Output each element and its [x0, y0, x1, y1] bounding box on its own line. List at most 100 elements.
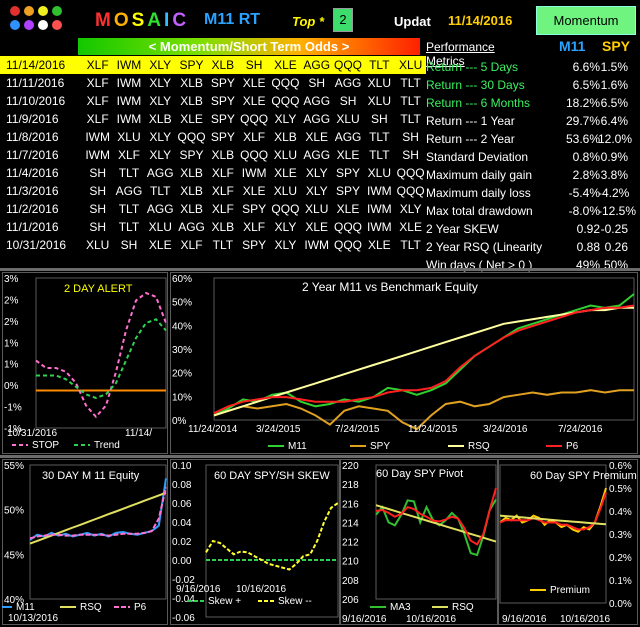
- ticker-cell: XLF: [211, 202, 234, 216]
- logo-dot: [52, 20, 62, 30]
- y-tick-label: 0.0%: [609, 599, 632, 610]
- x-tick-label: 11/24/2014: [188, 424, 238, 435]
- ticker-cell: AGG: [146, 202, 174, 216]
- ticker-cell: TLT: [369, 130, 390, 144]
- legend-label: Skew --: [278, 596, 312, 607]
- mode-button[interactable]: Momentum: [536, 6, 636, 35]
- perf-row: 2 Year RSQ (Linearity 0.88 0.26: [424, 238, 636, 256]
- perf-label: Standard Deviation: [426, 150, 529, 164]
- legend-label: RSQ: [468, 441, 490, 452]
- y-tick-label: 60%: [172, 274, 192, 285]
- ticker-cell: XLY: [305, 184, 328, 198]
- divider: [0, 268, 640, 271]
- logo-dot: [24, 6, 34, 16]
- ticker-cell: XLY: [305, 166, 328, 180]
- table-row: 11/4/2016 SH TLT AGG XLB XLF IWM XLE XLY SPY XLU QQ…: [0, 164, 426, 182]
- x-tick-label: 11/14/: [125, 428, 152, 439]
- y-tick-label: 210: [342, 557, 359, 568]
- table-row: 11/7/2016 IWM XLF XLY SPY XLB QQQ XLU AGG XLE TLT S…: [0, 146, 426, 164]
- ticker-cell: AGG: [334, 76, 362, 90]
- perf-row: Return --- 6 Months 18.2% 6.5%: [424, 94, 636, 112]
- y-tick-label: 0%: [172, 416, 187, 427]
- perf-spy-value: 1.6%: [600, 78, 628, 92]
- ticker-cell: SH: [120, 238, 138, 252]
- ticker-cell: SH: [89, 220, 106, 234]
- x-tick-label: 7/24/2015: [335, 424, 380, 435]
- ticker-cell: AGG: [303, 148, 331, 162]
- x-tick-label: 10/31/2016: [7, 428, 57, 439]
- chart-title: 2 DAY ALERT: [64, 283, 133, 295]
- y-tick-label: 206: [342, 595, 359, 606]
- pivot-chart: 220 218 216 214 212 210 208 206 60 Day SPY Pivot…: [340, 459, 498, 625]
- ticker-cell: SPY: [242, 238, 267, 252]
- logo-dot: [10, 6, 20, 16]
- row-date: 11/1/2016: [6, 220, 59, 234]
- table-row: 11/11/2016 XLF IWM XLY XLB SPY XLE QQQ SH AGG XLU T…: [0, 74, 426, 92]
- skew-chart: 0.100.080.060.040.020.00-0.02-0.04-0.066…: [170, 459, 340, 625]
- ticker-cell: XLU: [273, 148, 298, 162]
- ticker-cell: SPY: [336, 184, 361, 198]
- ticker-cell: IWM: [366, 184, 392, 198]
- ticker-cell: TLT: [369, 148, 390, 162]
- ticker-cell: SPY: [336, 166, 361, 180]
- perf-spy-value: 1.5%: [600, 60, 628, 74]
- perf-row: Maximum daily loss -5.4% -4.2%: [424, 184, 636, 202]
- y-tick-label: 50%: [4, 506, 24, 517]
- table-row: 11/2/2016 SH TLT AGG XLB XLF SPY QQQ XLU XLE IWM XL…: [0, 200, 426, 218]
- perf-spy-value: 6.5%: [600, 96, 628, 110]
- premium-chart: 0.6%0.5%0.4%0.3%0.2%0.1%0.0%60 Day SPY P…: [498, 459, 638, 625]
- logo-dot: [52, 6, 62, 16]
- ticker-cell: QQQ: [271, 202, 300, 216]
- ticker-cell: XLF: [243, 130, 266, 144]
- logo-dot: [38, 6, 48, 16]
- ticker-cell: AGG: [301, 56, 333, 74]
- ticker-cell: TLT: [400, 238, 421, 252]
- y-tick-label: 10%: [172, 392, 192, 403]
- ticker-cell: TLT: [400, 112, 421, 126]
- perf-spy-value: 0.9%: [600, 150, 628, 164]
- divider: [0, 455, 640, 458]
- ticker-cell: XLF: [86, 76, 109, 90]
- ticker-cell: XLE: [269, 56, 302, 74]
- y-tick-label: 218: [342, 480, 359, 491]
- ticker-cell: XLU: [336, 112, 360, 126]
- ticker-cell: AGG: [115, 184, 143, 198]
- table-row: 11/14/2016 XLF IWM XLY SPY XLB SH XLE AGG QQQ TLT X…: [0, 56, 427, 74]
- logo-dot: [10, 20, 20, 30]
- ticker-cell: IWM: [366, 220, 392, 234]
- perf-m11-value: 0.8%: [572, 150, 600, 164]
- ticker-cell: QQQ: [332, 56, 364, 74]
- ticker-cell: IWM: [85, 130, 110, 144]
- ticker-cell: XLF: [117, 148, 140, 162]
- ticker-cell: XLU: [367, 76, 391, 90]
- brand-letter: A: [147, 10, 165, 31]
- y-tick-label: 0.06: [172, 499, 192, 510]
- row-date: 11/11/2016: [6, 76, 65, 90]
- ticker-cell: XLY: [149, 76, 172, 90]
- ticker-cell: XLE: [305, 130, 329, 144]
- y-tick-label: 0.4%: [609, 507, 632, 518]
- ticker-cell: IWM: [116, 94, 142, 108]
- ticker-cell: XLF: [86, 94, 109, 108]
- y-tick-label: 20%: [172, 369, 192, 380]
- ticker-cell: XLB: [211, 148, 235, 162]
- perf-m11-value: -8.0%: [568, 204, 600, 218]
- ticker-cell: QQQ: [240, 112, 269, 126]
- perf-label: Max total drawdown: [426, 204, 533, 218]
- row-date: 11/10/2016: [6, 94, 66, 108]
- top-value-box[interactable]: 2: [333, 8, 353, 32]
- perf-row: Return --- 5 Days 6.6% 1.5%: [424, 58, 636, 76]
- perf-row: Return --- 30 Days 6.5% 1.6%: [424, 76, 636, 94]
- chart-title: 60 Day SPY Pivot: [376, 468, 463, 480]
- ticker-cell: SH: [339, 94, 357, 108]
- perf-spy-value: -12.5%: [598, 204, 637, 218]
- ticker-cell: SPY: [179, 148, 204, 162]
- ticker-cell: SH: [402, 148, 419, 162]
- perf-m11-value: 29.7%: [565, 114, 600, 128]
- legend-label: P6: [566, 441, 579, 452]
- ticker-cell: XLU: [394, 56, 427, 74]
- plot-area: [35, 277, 167, 429]
- ticker-cell: XLY: [274, 238, 297, 252]
- row-date: 10/31/2016: [6, 238, 67, 252]
- ticker-cell: XLE: [180, 112, 203, 126]
